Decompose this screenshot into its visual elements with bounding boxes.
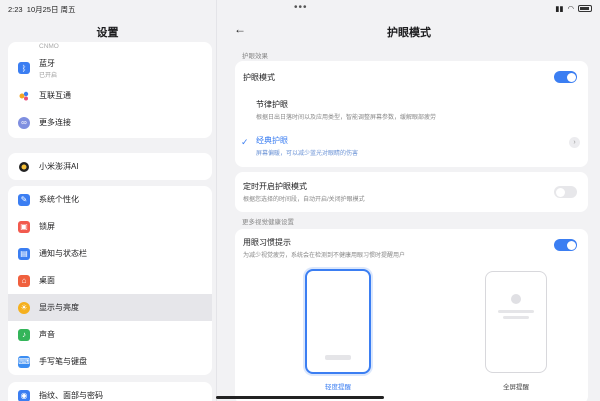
habit-card: 用眼习惯提示 为减少视觉疲劳，系统会在检测到不健康用眼习惯时提醒用户 轻度提醒 …: [235, 229, 588, 401]
home-indicator[interactable]: [216, 396, 384, 399]
pane-divider: [216, 0, 217, 401]
eye-mode-row[interactable]: 护眼模式: [235, 61, 588, 91]
sidebar-item-fingerprint[interactable]: ◉ 指纹、面部与密码: [8, 382, 212, 401]
sidebar-item-label: 手写笔与键盘: [39, 357, 87, 366]
schedule-card: 定时开启护眼模式 根据您选择的时间段，自动开启/关闭护眼模式: [235, 172, 588, 212]
rhythm-label: 节律护眼: [256, 100, 288, 109]
link-icon: ∞: [18, 116, 30, 129]
keyboard-icon: ⌨: [18, 355, 30, 368]
lock-icon: ▣: [18, 220, 30, 233]
eye-mode-label: 护眼模式: [243, 73, 275, 82]
schedule-desc: 根据您选择的时间段，自动开启/关闭护眼模式: [243, 197, 365, 203]
section-label-effect: 护眼效果: [242, 53, 268, 60]
text-placeholder: [503, 316, 529, 319]
fullscreen-reminder-preview[interactable]: [485, 271, 547, 373]
settings-sidebar: 设置 CNMO ᛒ 蓝牙已开启 互联互通 ∞ 更多连接 小米澎湃AI ✎ 系统: [0, 16, 215, 401]
home-icon: ⌂: [18, 274, 30, 287]
sidebar-item-interconnect[interactable]: 互联互通: [8, 82, 212, 109]
eye-mode-pane: ← 护眼模式 护眼效果 护眼模式 节律护眼 根据日出日落时间以及应用类型，智能调…: [218, 16, 600, 401]
sidebar-item-display[interactable]: ☀ 显示与亮度: [8, 294, 212, 321]
ai-card: 小米澎湃AI: [8, 153, 212, 180]
cnmo-label: CNMO: [39, 43, 59, 50]
signal-icon: ▮▮: [555, 4, 564, 13]
interconnect-icon: [18, 89, 30, 102]
more-dots-icon[interactable]: •••: [294, 2, 308, 13]
sidebar-item-label: 显示与亮度: [39, 303, 79, 312]
eye-effect-card: 护眼模式 节律护眼 根据日出日落时间以及应用类型，智能调整屏幕参数，缓解眼部疲劳…: [235, 61, 588, 167]
schedule-row[interactable]: 定时开启护眼模式 根据您选择的时间段，自动开启/关闭护眼模式: [235, 172, 588, 212]
section-label-vision: 更多视觉健康设置: [242, 219, 294, 226]
sidebar-item-more-connections[interactable]: ∞ 更多连接: [8, 109, 212, 136]
status-time: 2:23 10月25日 周五: [8, 5, 76, 14]
sidebar-item-label: 更多连接: [39, 118, 71, 127]
sidebar-item-label: 桌面: [39, 276, 55, 285]
connectivity-card: CNMO ᛒ 蓝牙已开启 互联互通 ∞ 更多连接: [8, 42, 212, 138]
bluetooth-icon: ᛒ: [18, 62, 30, 74]
rhythm-desc: 根据日出日落时间以及应用类型，智能调整屏幕参数，缓解眼部疲劳: [256, 115, 437, 121]
schedule-label: 定时开启护眼模式: [243, 182, 307, 191]
sidebar-item-desktop[interactable]: ⌂ 桌面: [8, 267, 212, 294]
sound-icon: ♪: [18, 328, 30, 341]
status-bar: 2:23 10月25日 周五 ••• ▮▮ ◠: [0, 0, 600, 16]
toast-bar: [325, 355, 351, 360]
sidebar-item-ai[interactable]: 小米澎湃AI: [8, 153, 212, 180]
system-card: ✎ 系统个性化 ▣ 锁屏 ▤ 通知与状态栏 ⌂ 桌面 ☀ 显示与亮度 ♪ 声音 …: [8, 186, 212, 375]
eye-mode-toggle[interactable]: [554, 71, 577, 83]
sidebar-item-label: 小米澎湃AI: [39, 162, 79, 171]
sidebar-item-bluetooth[interactable]: ᛒ 蓝牙已开启: [8, 54, 212, 82]
sidebar-item-label: 指纹、面部与密码: [39, 391, 103, 400]
schedule-toggle[interactable]: [554, 186, 577, 198]
system-icons: ▮▮ ◠: [555, 4, 592, 13]
sidebar-item-lockscreen[interactable]: ▣ 锁屏: [8, 213, 212, 240]
security-card: ◉ 指纹、面部与密码: [8, 382, 212, 401]
fullscreen-reminder-label[interactable]: 全屏提醒: [476, 381, 556, 391]
habit-label: 用眼习惯提示: [243, 238, 291, 247]
sidebar-item-notifications[interactable]: ▤ 通知与状态栏: [8, 240, 212, 267]
chevron-right-icon[interactable]: ›: [569, 137, 580, 148]
habit-desc: 为减少视觉疲劳，系统会在检测到不健康用眼习惯时提醒用户: [243, 253, 406, 259]
sidebar-item-sub: 已开启: [39, 72, 58, 79]
battery-icon: [578, 5, 592, 12]
wifi-icon: ◠: [567, 4, 574, 13]
page-title: 护眼模式: [387, 27, 431, 39]
habit-row[interactable]: 用眼习惯提示 为减少视觉疲劳，系统会在检测到不健康用眼习惯时提醒用户: [235, 229, 588, 265]
classic-label: 经典护眼: [256, 136, 288, 145]
notification-icon: ▤: [18, 247, 30, 260]
check-icon: ✓: [241, 137, 249, 147]
ai-icon: [18, 160, 30, 173]
sidebar-item-label: 声音: [39, 330, 55, 339]
sidebar-item-stylus-keyboard[interactable]: ⌨ 手写笔与键盘: [8, 348, 212, 375]
brush-icon: ✎: [18, 193, 30, 206]
fingerprint-icon: ◉: [18, 389, 30, 401]
sidebar-item-label: 互联互通: [39, 91, 71, 100]
avatar-placeholder: [511, 294, 521, 304]
habit-toggle[interactable]: [554, 239, 577, 251]
sidebar-item-sound[interactable]: ♪ 声音: [8, 321, 212, 348]
sun-icon: ☀: [18, 301, 30, 314]
sidebar-item-label: 蓝牙: [39, 58, 55, 68]
light-reminder-preview[interactable]: [305, 269, 371, 374]
settings-title: 设置: [96, 27, 119, 39]
rhythm-option[interactable]: 节律护眼 根据日出日落时间以及应用类型，智能调整屏幕参数，缓解眼部疲劳: [235, 91, 588, 127]
sidebar-item-label: 通知与状态栏: [39, 249, 87, 258]
sidebar-item-personalization[interactable]: ✎ 系统个性化: [8, 186, 212, 213]
light-reminder-label[interactable]: 轻度提醒: [298, 381, 378, 391]
classic-desc: 屏幕偏暖，可以减少蓝光对眼睛的伤害: [256, 151, 359, 157]
sidebar-item-label: 系统个性化: [39, 195, 79, 204]
classic-option[interactable]: ✓ 经典护眼 屏幕偏暖，可以减少蓝光对眼睛的伤害 ›: [235, 127, 588, 165]
text-placeholder: [498, 310, 534, 313]
sidebar-item-label: 锁屏: [39, 222, 55, 231]
